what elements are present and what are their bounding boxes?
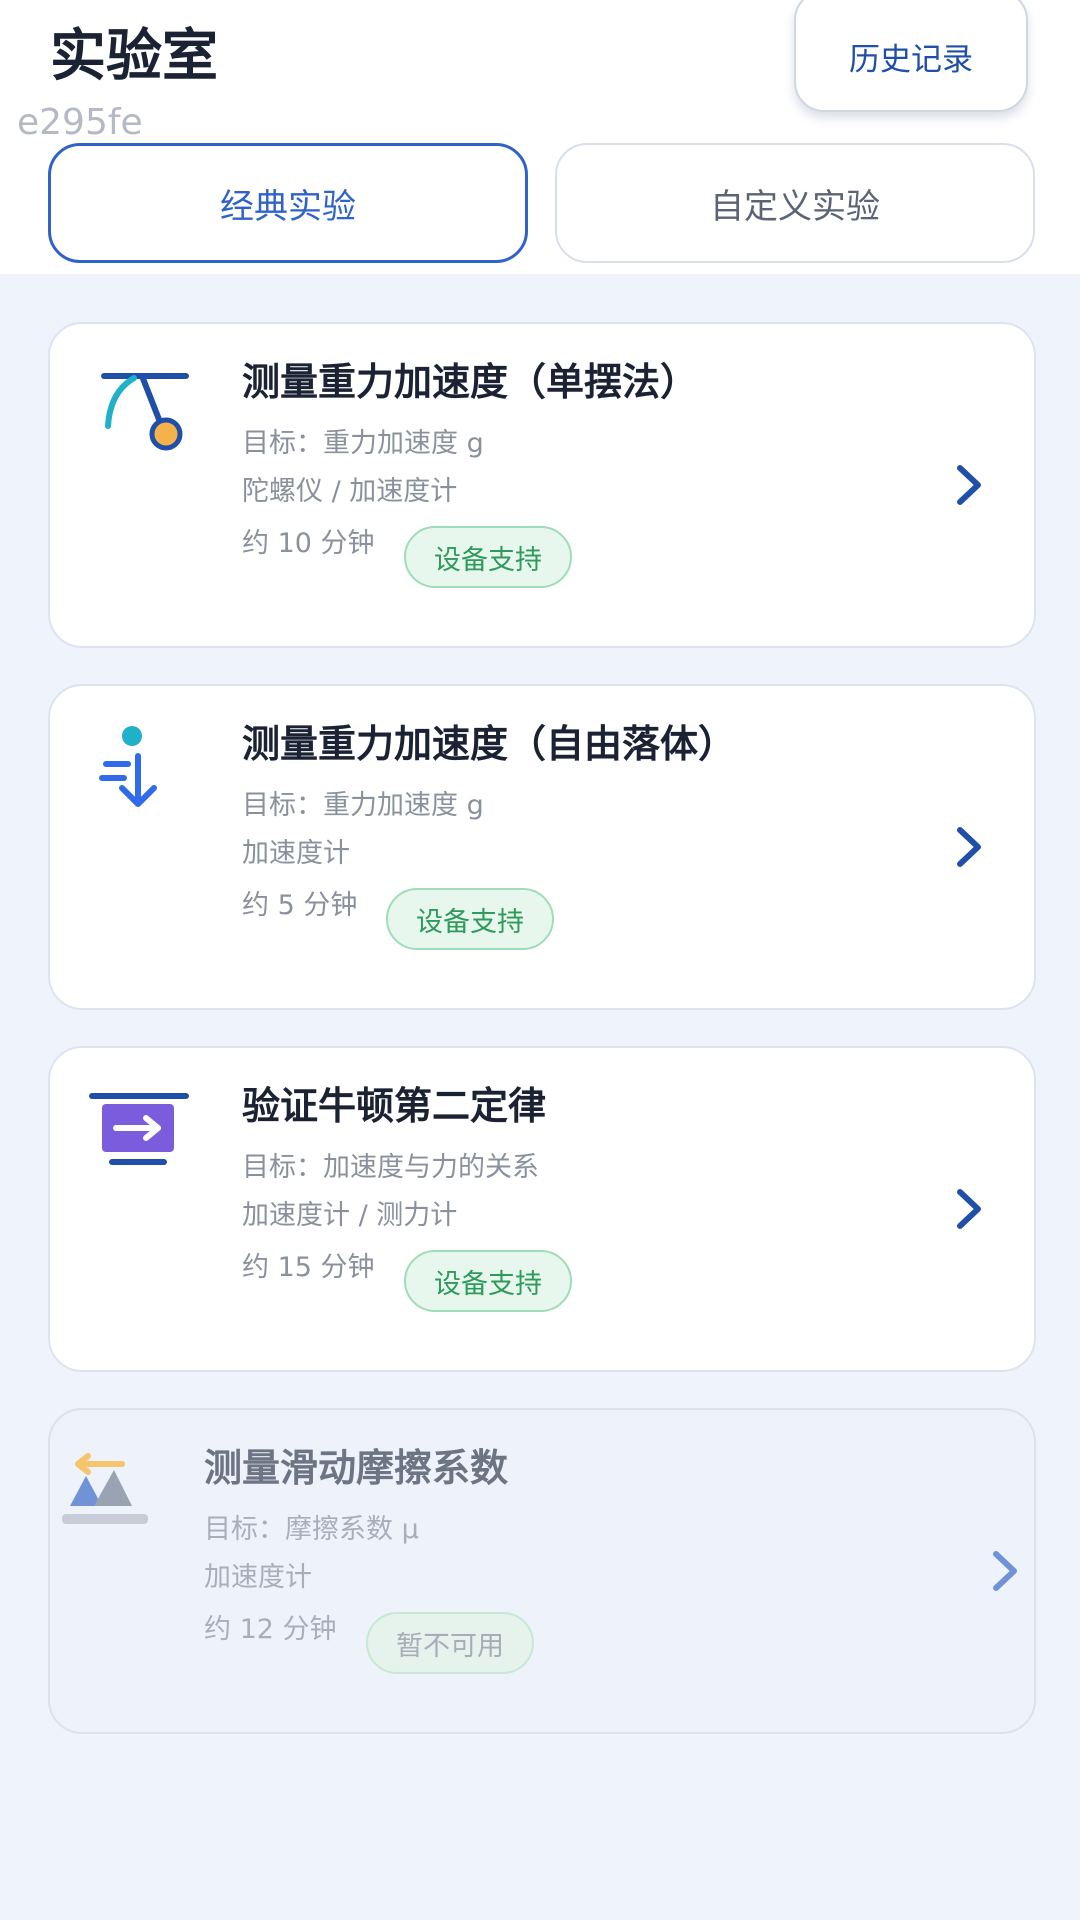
chevron-right-icon[interactable] bbox=[950, 824, 986, 870]
history-button[interactable]: 历史记录 bbox=[794, 0, 1028, 112]
status-badge: 设备支持 bbox=[386, 888, 554, 950]
experiment-card-free-fall[interactable]: 测量重力加速度（自由落体） 目标：重力加速度 g 加速度计 约 5 分钟 设备支… bbox=[48, 684, 1036, 1010]
experiment-duration: 约 12 分钟 bbox=[204, 1614, 337, 1645]
friction-slope-icon bbox=[62, 1453, 148, 1524]
chevron-right-icon[interactable] bbox=[950, 1186, 986, 1232]
header: 实验室 e295fe 历史记录 经典实验 自定义实验 bbox=[0, 0, 1080, 274]
experiment-card-friction[interactable]: 测量滑动摩擦系数 目标：摩擦系数 μ 加速度计 约 12 分钟 暂不可用 bbox=[48, 1408, 1036, 1734]
experiment-sensors: 加速度计 bbox=[204, 1562, 312, 1593]
free-fall-icon bbox=[99, 726, 157, 807]
experiment-title: 验证牛顿第二定律 bbox=[242, 1084, 547, 1128]
experiment-card-newton-second-law[interactable]: 验证牛顿第二定律 目标：加速度与力的关系 加速度计 / 测力计 约 15 分钟 … bbox=[48, 1046, 1036, 1372]
experiment-goal: 目标：加速度与力的关系 bbox=[242, 1152, 539, 1183]
experiment-sensors: 加速度计 / 测力计 bbox=[242, 1200, 458, 1231]
experiment-title: 测量重力加速度（自由落体） bbox=[242, 722, 737, 766]
experiment-title: 测量滑动摩擦系数 bbox=[204, 1446, 509, 1490]
chevron-right-icon[interactable] bbox=[950, 462, 986, 508]
pendulum-icon bbox=[101, 373, 189, 451]
tab-custom-experiments[interactable]: 自定义实验 bbox=[555, 143, 1035, 263]
experiment-goal: 目标：摩擦系数 μ bbox=[204, 1514, 419, 1545]
chevron-right-icon[interactable] bbox=[986, 1548, 1022, 1594]
experiment-duration: 约 5 分钟 bbox=[242, 890, 358, 921]
status-badge: 设备支持 bbox=[404, 1250, 572, 1312]
experiment-duration: 约 15 分钟 bbox=[242, 1252, 375, 1283]
experiment-goal: 目标：重力加速度 g bbox=[242, 790, 484, 821]
page-id-label: e295fe bbox=[17, 102, 143, 143]
experiment-sensors: 加速度计 bbox=[242, 838, 350, 869]
experiment-duration: 约 10 分钟 bbox=[242, 528, 375, 559]
experiment-card-pendulum[interactable]: 测量重力加速度（单摆法） 目标：重力加速度 g 陀螺仪 / 加速度计 约 10 … bbox=[48, 322, 1036, 648]
tab-classic-experiments[interactable]: 经典实验 bbox=[48, 143, 528, 263]
status-badge: 暂不可用 bbox=[366, 1612, 534, 1674]
experiment-title: 测量重力加速度（单摆法） bbox=[242, 360, 699, 404]
status-badge: 设备支持 bbox=[404, 526, 572, 588]
experiment-sensors: 陀螺仪 / 加速度计 bbox=[242, 476, 458, 507]
force-cart-icon bbox=[89, 1093, 189, 1165]
page-title: 实验室 bbox=[50, 24, 218, 89]
experiment-goal: 目标：重力加速度 g bbox=[242, 428, 484, 459]
